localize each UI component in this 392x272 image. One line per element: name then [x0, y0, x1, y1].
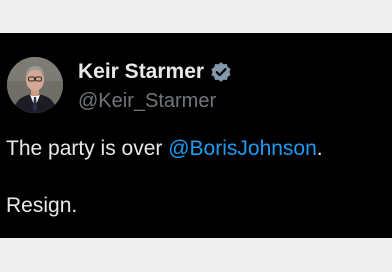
avatar-image	[7, 57, 63, 113]
tweet-text-segment: The party is over	[6, 137, 169, 160]
tweet-body: The party is over @BorisJohnson. Resign.	[6, 137, 386, 218]
tweet-card: Keir Starmer @Keir_Starmer The party is …	[0, 33, 392, 238]
author-name-row: Keir Starmer	[78, 59, 232, 85]
verified-badge-icon	[210, 61, 232, 83]
tweet-line-2: Resign.	[6, 194, 78, 217]
tweet-text-end: .	[316, 137, 323, 160]
avatar[interactable]	[7, 57, 63, 113]
tweet-line-1: The party is over @BorisJohnson.	[6, 137, 386, 161]
author-display-name[interactable]: Keir Starmer	[78, 59, 204, 85]
author-handle[interactable]: @Keir_Starmer	[78, 89, 216, 113]
mention-link[interactable]: @BorisJohnson	[168, 137, 317, 160]
